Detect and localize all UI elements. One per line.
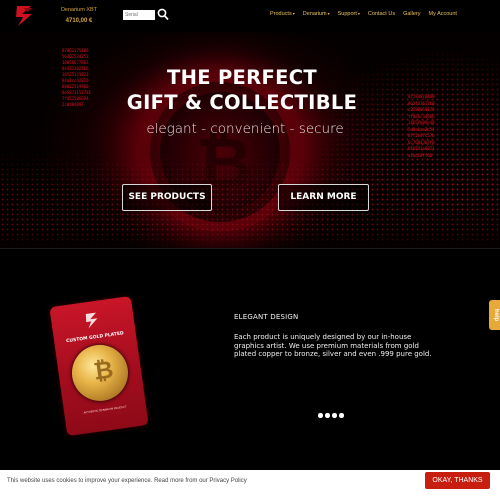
bitcoin-icon: ₿: [91, 355, 116, 386]
denarium-logo-icon: [85, 312, 98, 329]
help-button[interactable]: help: [489, 300, 500, 330]
see-products-button[interactable]: SEE PRODUCTS: [122, 184, 212, 211]
site-header: Denarium XBT 4710,00 € Products▾ Denariu…: [0, 0, 500, 32]
cookie-banner: This website uses cookies to improve you…: [0, 470, 500, 500]
carousel-dot[interactable]: [318, 413, 323, 418]
search-icon[interactable]: [157, 8, 169, 21]
product-card-image: CUSTOM GOLD PLATED ₿ AUTHENTIC DENARIUM …: [49, 295, 149, 437]
carousel-dot[interactable]: [325, 413, 330, 418]
price-label: Denarium XBT: [60, 7, 98, 13]
nav-denarium[interactable]: Denarium▾: [303, 11, 330, 17]
hero-title-line1: THE PERFECT: [167, 66, 317, 89]
hero-title-line2: GIFT & COLLECTIBLE: [126, 91, 358, 114]
hex-code-line: a1bd10ff60: [408, 152, 433, 158]
hero-title: THE PERFECT GIFT & COLLECTIBLE: [0, 65, 484, 115]
price-value: 4710,00 €: [65, 18, 93, 24]
price-ticker[interactable]: Denarium XBT 4710,00 €: [56, 6, 102, 26]
main-nav: Products▾ Denarium▾ Support▾ Contact Us …: [270, 11, 465, 17]
dot-wave-decoration: [0, 152, 500, 248]
learn-more-button[interactable]: LEARN MORE: [278, 184, 369, 211]
hex-code-line: 8fb2d3a6871: [408, 146, 435, 151]
nav-products[interactable]: Products▾: [270, 11, 295, 17]
nav-denarium-label: Denarium: [302, 11, 327, 17]
nav-products-label: Products: [270, 11, 292, 17]
feature-carousel: CUSTOM GOLD PLATED ₿ AUTHENTIC DENARIUM …: [0, 248, 500, 470]
serial-search-input[interactable]: [123, 10, 155, 20]
feature-title: ELEGANT DESIGN: [234, 313, 299, 321]
nav-my-account[interactable]: My Account: [429, 11, 457, 17]
card-footer-text: AUTHENTIC DENARIUM PRODUCT: [83, 405, 127, 415]
hero-banner: ₿ 87861175186564075342531805867786284431…: [0, 32, 500, 248]
denarium-logo-icon[interactable]: [14, 4, 36, 28]
chevron-down-icon: ▾: [357, 11, 360, 16]
feature-description: Each product is uniquely designed by our…: [234, 333, 432, 358]
carousel-dot[interactable]: [332, 413, 337, 418]
hero-subtitle: elegant - convenient - secure: [146, 121, 344, 137]
nav-contact-us[interactable]: Contact Us: [368, 11, 395, 17]
nav-support-label: Support: [337, 11, 357, 17]
cookie-notice-text: This website uses cookies to improve you…: [7, 478, 247, 484]
nav-gallery[interactable]: Gallery: [403, 11, 420, 17]
gold-coin-image: ₿: [68, 341, 132, 405]
nav-support[interactable]: Support▾: [338, 11, 360, 17]
chevron-down-icon: ▾: [327, 11, 330, 16]
carousel-dots: [318, 413, 344, 418]
chevron-down-icon: ▾: [292, 11, 295, 16]
carousel-dot[interactable]: [339, 413, 344, 418]
accept-cookies-button[interactable]: OKAY, THANKS: [425, 472, 490, 489]
card-label: CUSTOM GOLD PLATED: [65, 331, 125, 345]
